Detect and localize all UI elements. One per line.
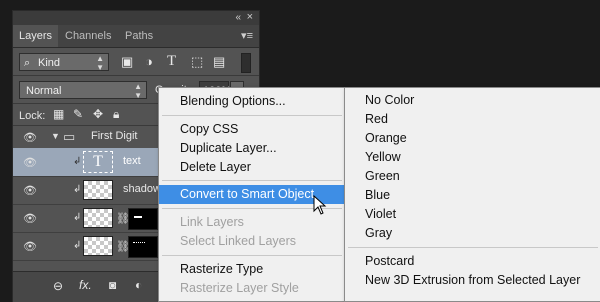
- menu-item-delete-layer[interactable]: Delete Layer: [159, 158, 345, 177]
- menu-item-rasterize-type[interactable]: Rasterize Type: [159, 260, 345, 279]
- mask-mark: [133, 242, 145, 245]
- lock-all-icon[interactable]: 🔒︎: [113, 107, 119, 122]
- layer-mask-thumbnail[interactable]: [128, 208, 158, 230]
- adjustment-filter-icon[interactable]: ◑: [145, 54, 153, 69]
- menu-separator: [162, 115, 342, 116]
- type-filter-icon[interactable]: T: [167, 53, 176, 70]
- menu-item-yellow[interactable]: Yellow: [345, 148, 600, 167]
- menu-item-copy-css[interactable]: Copy CSS: [159, 120, 345, 139]
- folder-icon: ▭: [63, 129, 76, 144]
- fx-icon[interactable]: fx.: [79, 278, 92, 292]
- panel-titlebar: « ×: [13, 11, 259, 25]
- eye-icon[interactable]: 👁︎: [23, 131, 37, 144]
- blend-mode-select[interactable]: Normal ▲ ▼: [19, 81, 147, 100]
- menu-item-select-linked-layers[interactable]: Select Linked Layers: [159, 232, 345, 251]
- layer-thumbnail: [83, 236, 113, 256]
- layer-name[interactable]: shadow: [123, 183, 161, 195]
- menu-item-blue[interactable]: Blue: [345, 186, 600, 205]
- updown-arrows-icon: ▲ ▼: [96, 54, 104, 72]
- lock-position-move-icon[interactable]: ✥: [93, 107, 103, 121]
- tab-layers[interactable]: Layers: [13, 25, 59, 47]
- menu-item-new-3d-extrusion[interactable]: New 3D Extrusion from Selected Layer: [345, 271, 600, 290]
- blend-mode-label: Normal: [26, 85, 62, 97]
- menu-separator: [348, 247, 598, 248]
- chevron-down-icon[interactable]: ▼: [51, 131, 60, 141]
- lock-transparent-icon[interactable]: ▦: [53, 107, 64, 121]
- menu-item-orange[interactable]: Orange: [345, 129, 600, 148]
- menu-item-rasterize-layer-style[interactable]: Rasterize Layer Style: [159, 279, 345, 298]
- clip-arrow-icon: ↲: [73, 156, 82, 167]
- layer-thumbnail: [83, 180, 113, 200]
- filter-kind-label: Kind: [38, 57, 61, 69]
- adjustment-icon[interactable]: ◐: [135, 278, 142, 292]
- divider: [13, 75, 259, 76]
- tab-channels[interactable]: Channels: [59, 25, 117, 47]
- layer-name[interactable]: First Digit: [91, 130, 137, 142]
- menu-separator: [162, 180, 342, 181]
- mask-mark: [134, 216, 142, 218]
- pixel-filter-icon[interactable]: ▣: [121, 54, 133, 70]
- shape-filter-icon[interactable]: ⬚: [191, 54, 203, 70]
- close-icon[interactable]: ×: [247, 11, 253, 23]
- mask-icon[interactable]: ◙: [109, 278, 116, 292]
- menu-separator: [162, 255, 342, 256]
- eye-icon[interactable]: 👁︎: [23, 184, 37, 197]
- panel-menu-icon[interactable]: ▾≡: [241, 29, 253, 42]
- layer-name[interactable]: text: [123, 155, 141, 167]
- search-icon: ⌕: [24, 57, 31, 69]
- menu-item-link-layers[interactable]: Link Layers: [159, 213, 345, 232]
- eye-icon[interactable]: 👁︎: [23, 212, 37, 225]
- menu-item-green[interactable]: Green: [345, 167, 600, 186]
- eye-icon[interactable]: 👁︎: [23, 156, 37, 169]
- filter-kind-select[interactable]: ⌕ Kind ▲ ▼: [19, 53, 109, 72]
- layer-mask-thumbnail[interactable]: [128, 236, 158, 258]
- clip-arrow-icon: ↲: [73, 184, 82, 195]
- smart-object-filter-icon[interactable]: ▤: [213, 54, 225, 70]
- filter-toggle-switch[interactable]: [241, 53, 251, 73]
- mouse-cursor-icon: [313, 195, 327, 215]
- collapse-icon[interactable]: «: [235, 12, 241, 23]
- panel-tabs: Layers Channels Paths ▾≡: [13, 25, 259, 48]
- menu-item-violet[interactable]: Violet: [345, 205, 600, 224]
- lock-pixels-brush-icon[interactable]: ✎: [73, 107, 83, 121]
- link-icon[interactable]: ⊖: [53, 279, 63, 293]
- menu-item-red[interactable]: Red: [345, 110, 600, 129]
- menu-item-duplicate-layer[interactable]: Duplicate Layer...: [159, 139, 345, 158]
- menu-item-gray[interactable]: Gray: [345, 224, 600, 243]
- menu-item-blending-options[interactable]: Blending Options...: [159, 92, 345, 111]
- type-layer-thumbnail: T: [83, 151, 113, 173]
- menu-item-no-color[interactable]: No Color: [345, 91, 600, 110]
- tab-paths[interactable]: Paths: [119, 25, 159, 47]
- updown-arrows-icon: ▲ ▼: [134, 82, 142, 100]
- eye-icon[interactable]: 👁︎: [23, 240, 37, 253]
- layer-color-menu: No Color Red Orange Yellow Green Blue Vi…: [344, 87, 600, 302]
- menu-item-postcard[interactable]: Postcard: [345, 252, 600, 271]
- clip-arrow-icon: ↲: [73, 212, 82, 223]
- lock-label: Lock:: [19, 110, 46, 122]
- layer-thumbnail: [83, 208, 113, 228]
- clip-arrow-icon: ↲: [73, 240, 82, 251]
